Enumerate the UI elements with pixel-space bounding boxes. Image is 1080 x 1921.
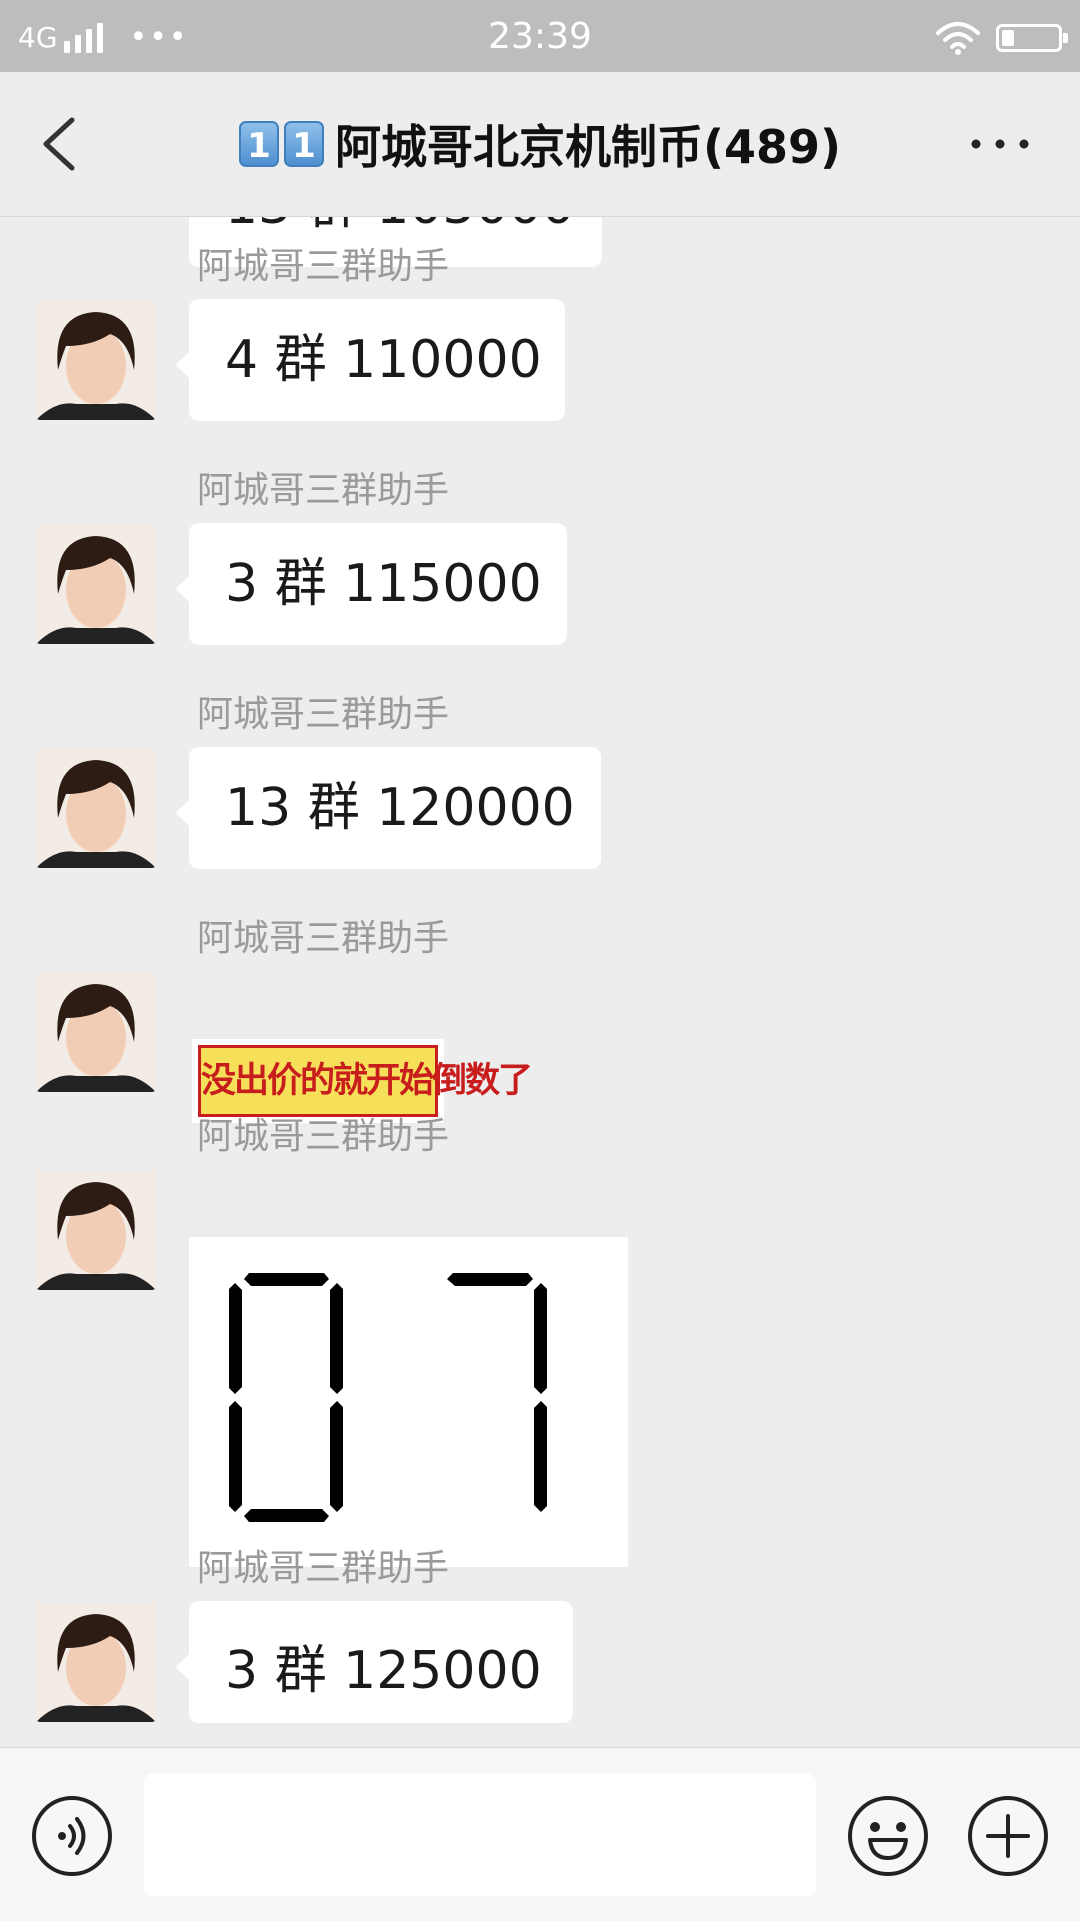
plus-icon [968,1796,1048,1876]
more-functions-button[interactable] [966,1794,1050,1878]
seven-segment-digits [229,1273,547,1522]
sticker-image[interactable]: 没出价的就开始倒数了 [192,1039,533,1123]
avatar[interactable] [36,1602,156,1722]
back-button[interactable] [30,110,90,178]
sender-name: 阿城哥三群助手 [197,246,450,287]
avatar-image [36,300,156,420]
voice-button[interactable] [30,1794,114,1878]
bubble-tail [176,799,190,827]
chevron-left-icon [43,117,75,171]
sender-name: 阿城哥三群助手 [197,1116,450,1157]
input-bar [0,1747,1080,1921]
avatar-image [36,972,156,1092]
avatar[interactable] [36,524,156,644]
message-text: 4 群 110000 [225,330,542,390]
avatar-image [36,524,156,644]
message-input[interactable] [144,1774,816,1896]
avatar-image [36,748,156,868]
more-dots-icon [971,139,1029,149]
status-bar: 4G ••• 23:39 [0,0,1080,72]
chat-messages[interactable]: 13 群 105000 阿城哥三群助手 4 群 110000 阿城哥三群助手 3… [0,217,1080,1747]
keycap-badge: 1 [283,121,324,167]
wifi-icon [936,22,980,55]
message-bubble[interactable]: 4 群 110000 [189,299,565,421]
status-time: 23:39 [488,16,592,57]
sender-name: 阿城哥三群助手 [197,470,450,511]
sender-name: 阿城哥三群助手 [197,918,450,959]
message-bubble[interactable]: 3 群 115000 [189,523,567,645]
countdown-image[interactable] [189,1237,628,1567]
message-bubble[interactable]: 3 群 125000 [189,1601,573,1723]
bubble-tail [176,575,190,603]
battery-icon [996,24,1068,52]
chat-title: 阿城哥北京机制币(489) [334,120,842,174]
sender-name: 阿城哥三群助手 [197,1548,450,1589]
bubble-tail [176,1653,190,1681]
keycap-badge: 1 [238,121,279,167]
voice-icon [32,1796,112,1876]
avatar[interactable] [36,300,156,420]
avatar[interactable] [36,748,156,868]
bubble-tail [176,351,190,379]
chat-title-area: 1 1 阿城哥北京机制币(489) [140,72,940,216]
more-button[interactable] [960,118,1040,170]
sender-name: 阿城哥三群助手 [197,694,450,735]
avatar[interactable] [36,972,156,1092]
message-text: 3 群 115000 [225,554,542,614]
message-text: 3 群 125000 [225,1641,542,1701]
avatar[interactable] [36,1170,156,1290]
emoji-icon [848,1796,928,1876]
avatar-image [36,1602,156,1722]
message-bubble[interactable]: 13 群 120000 [189,747,601,869]
emoji-button[interactable] [846,1794,930,1878]
chat-header: 1 1 阿城哥北京机制币(489) [0,72,1080,217]
message-text: 13 群 105000 [225,217,575,236]
status-right [936,18,1068,58]
message-text: 13 群 120000 [225,778,575,838]
sticker-text: 没出价的就开始倒数了 [198,1045,533,1117]
avatar-image [36,1170,156,1290]
